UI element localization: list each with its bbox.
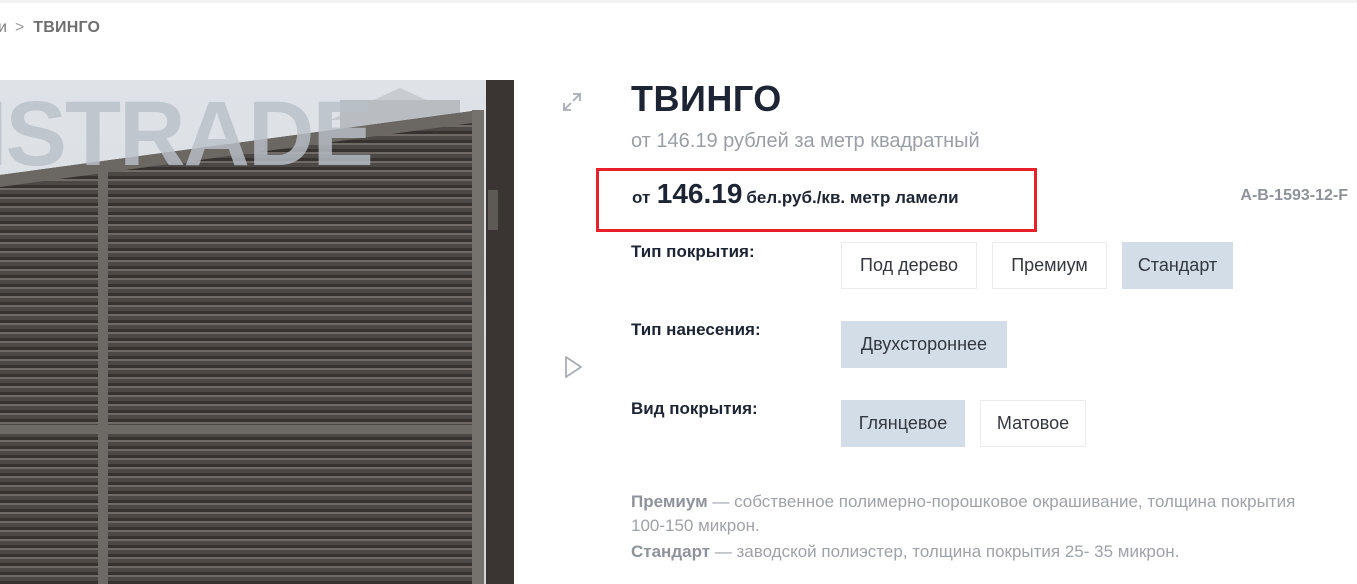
- coating-option-wood[interactable]: Под дерево: [841, 242, 977, 289]
- product-image[interactable]: ISTRADE: [0, 80, 514, 584]
- standard-description: Стандарт — заводской полиэстер, толщина …: [631, 540, 1331, 564]
- coating-option-standard[interactable]: Стандарт: [1122, 242, 1233, 289]
- finish-option-glossy[interactable]: Глянцевое: [841, 400, 965, 447]
- price-from: от: [632, 188, 651, 207]
- premium-description: Премиум — собственное полимерно-порошков…: [631, 490, 1331, 538]
- product-price: от 146.19 бел.руб./кв. метр ламели: [632, 178, 959, 210]
- standard-text: — заводской полиэстер, толщина покрытия …: [710, 542, 1180, 561]
- breadcrumb-separator: >: [14, 19, 25, 36]
- play-icon[interactable]: [561, 354, 585, 380]
- premium-term: Премиум: [631, 492, 708, 511]
- breadcrumb-prev-link[interactable]: и: [0, 19, 7, 36]
- product-sku: A-B-1593-12-F: [1240, 187, 1348, 204]
- coating-option-premium[interactable]: Премиум: [992, 242, 1107, 289]
- price-unit: бел.руб./кв. метр ламели: [746, 188, 959, 207]
- application-option-double-sided[interactable]: Двухстороннее: [841, 321, 1007, 368]
- coating-type-label: Тип покрытия:: [631, 242, 755, 261]
- application-type-label: Тип нанесения:: [631, 320, 761, 339]
- finish-option-matte[interactable]: Матовое: [980, 400, 1086, 447]
- standard-term: Стандарт: [631, 542, 711, 561]
- watermark-logo: ISTRADE: [0, 83, 374, 185]
- top-divider: [0, 0, 1357, 3]
- product-subtitle: от 146.19 рублей за метр квадратный: [631, 130, 980, 152]
- breadcrumb-current: ТВИНГО: [33, 19, 101, 36]
- product-title: ТВИНГО: [631, 78, 782, 119]
- expand-icon[interactable]: [560, 90, 584, 114]
- finish-type-label: Вид покрытия:: [631, 399, 758, 418]
- breadcrumb: и > ТВИНГО: [0, 19, 100, 37]
- price-value: 146.19: [656, 178, 743, 209]
- premium-text: — собственное полимерно-порошковое окраш…: [631, 492, 1296, 535]
